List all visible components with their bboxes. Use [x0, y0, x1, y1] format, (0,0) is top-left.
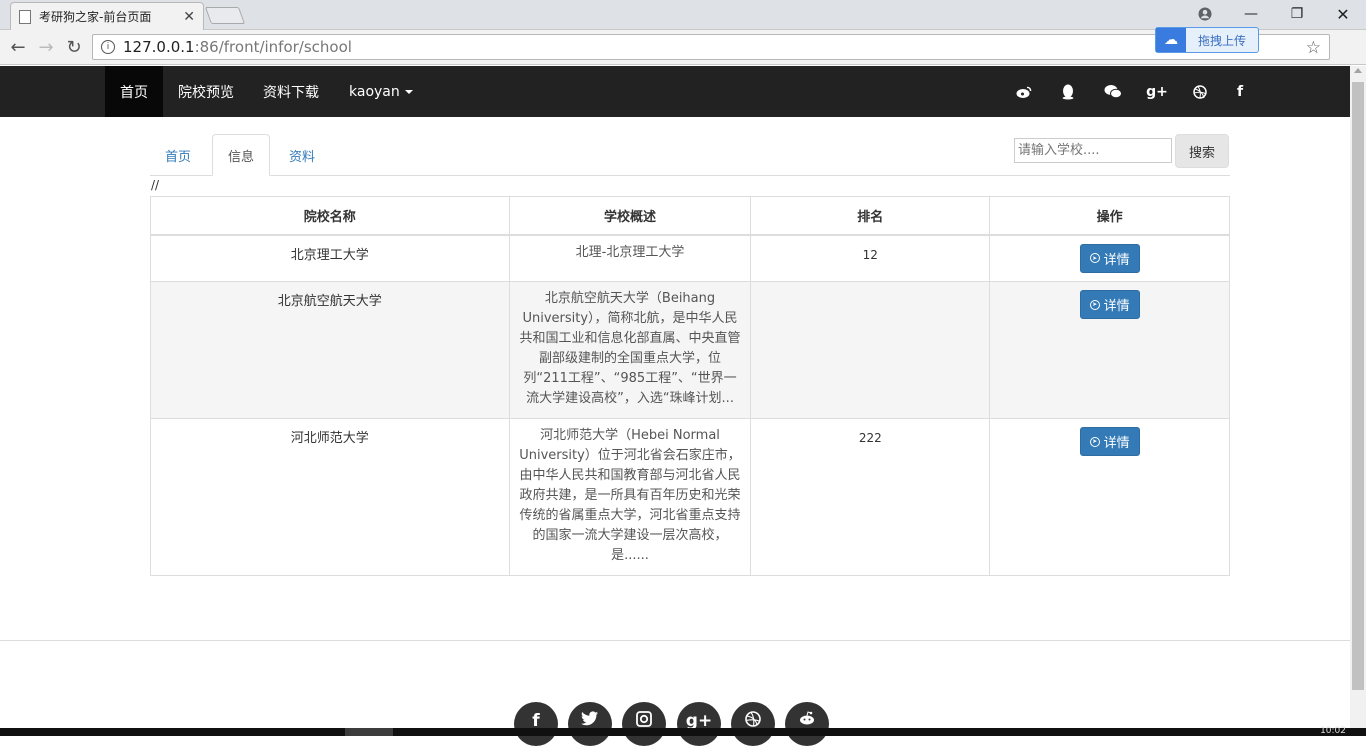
taskbar-active-item[interactable] [345, 728, 393, 736]
qq-icon[interactable] [1053, 66, 1083, 117]
info-icon[interactable]: i [101, 40, 115, 54]
restore-button[interactable]: ❐ [1282, 0, 1312, 28]
browser-tab[interactable]: 考研狗之家-前台页面 ✕ [10, 2, 204, 30]
close-tab-icon[interactable]: ✕ [183, 9, 195, 25]
table-row: 河北师范大学 河北师范大学（Hebei Normal University）位于… [150, 418, 1230, 576]
detail-button[interactable]: ➤ 详情 [1079, 290, 1140, 319]
header-rank: 排名 [750, 196, 991, 236]
detail-button[interactable]: ➤ 详情 [1079, 243, 1140, 273]
tab-materials[interactable]: 资料 [274, 134, 330, 176]
reddit-icon[interactable] [785, 702, 829, 746]
table-header-row: 院校名称 学校概述 排名 操作 [150, 196, 1230, 236]
forward-button[interactable]: → [34, 35, 58, 59]
nav-home[interactable]: 首页 [105, 66, 163, 117]
page-scrollbar[interactable] [1350, 66, 1366, 728]
reload-button[interactable]: ↻ [62, 35, 86, 59]
weibo-icon[interactable] [1009, 66, 1039, 117]
taskbar-clock: 10:02 [1320, 726, 1346, 736]
os-taskbar: 10:02 [0, 726, 1366, 736]
site-navbar: 首页 院校预览 资料下载 kaoyan g+ f [0, 66, 1350, 117]
user-name: kaoyan [349, 83, 400, 100]
twitter-icon[interactable] [568, 702, 612, 746]
scrollbar-thumb[interactable] [1352, 82, 1364, 690]
google-plus-icon[interactable]: g+ [1142, 66, 1172, 117]
actions-cell: ➤ 详情 [989, 234, 1230, 282]
school-rank-cell: 12 [750, 234, 991, 282]
tab-info[interactable]: 信息 [212, 134, 271, 176]
tab-home[interactable]: 首页 [150, 134, 206, 176]
wechat-icon[interactable] [1098, 66, 1128, 117]
document-icon [19, 9, 31, 24]
school-rank-cell: 222 [750, 418, 991, 576]
close-window-button[interactable]: ✕ [1328, 0, 1358, 28]
school-table: 院校名称 学校概述 排名 操作 北京理工大学 北理-北京理工大学 12 ➤ 详情 … [150, 196, 1230, 576]
extension-label: 拖拽上传 [1197, 33, 1246, 48]
bookmark-star-icon[interactable]: ☆ [1306, 38, 1321, 58]
minimize-button[interactable]: — [1236, 0, 1266, 28]
scroll-up-arrow-icon[interactable] [1354, 68, 1362, 73]
school-rank-cell [750, 281, 991, 419]
url-input[interactable]: i 127.0.0.1:86/front/infor/school ☆ [92, 34, 1330, 60]
browser-tab-title: 考研狗之家-前台页面 [39, 10, 152, 24]
detail-button-label: 详情 [1103, 436, 1130, 451]
arrow-circle-icon: ➤ [1089, 436, 1100, 447]
school-search-input[interactable] [1014, 138, 1172, 163]
actions-cell: ➤ 详情 [989, 281, 1230, 419]
footer-divider [0, 640, 1350, 641]
nav-user-dropdown[interactable]: kaoyan [334, 66, 428, 117]
arrow-circle-icon: ➤ [1089, 253, 1100, 263]
school-desc-cell: 河北师范大学（Hebei Normal University）位于河北省会石家庄… [508, 418, 752, 576]
table-row: 北京航空航天大学 北京航空航天大学（Beihang University），简称… [150, 281, 1230, 419]
header-school-name: 院校名称 [150, 196, 510, 236]
back-button[interactable]: ← [6, 35, 30, 59]
dribbble-icon[interactable] [731, 702, 775, 746]
detail-button-label: 详情 [1103, 299, 1130, 314]
school-desc-cell: 北理-北京理工大学 [508, 234, 752, 282]
arrow-circle-icon: ➤ [1089, 299, 1100, 310]
new-tab-button[interactable] [204, 7, 246, 24]
header-actions: 操作 [989, 196, 1230, 236]
nav-downloads[interactable]: 资料下载 [248, 66, 334, 117]
browser-tab-bar: 考研狗之家-前台页面 ✕ — ❐ ✕ [0, 0, 1366, 30]
nav-school-preview[interactable]: 院校预览 [163, 66, 249, 117]
instagram-icon[interactable] [622, 702, 666, 746]
baidu-upload-extension[interactable]: ☁ 拖拽上传 [1155, 27, 1259, 53]
header-description: 学校概述 [508, 196, 752, 236]
cloud-icon: ☁ [1156, 28, 1186, 52]
dribbble-icon[interactable] [1185, 66, 1215, 117]
facebook-icon[interactable]: f [1225, 66, 1255, 117]
school-name-cell: 北京航空航天大学 [150, 281, 510, 419]
detail-button[interactable]: ➤ 详情 [1079, 427, 1140, 456]
comment-slashes: // [151, 178, 160, 192]
facebook-icon[interactable]: f [514, 702, 558, 746]
url-path: :86/front/infor/school [194, 38, 352, 56]
detail-button-label: 详情 [1103, 252, 1130, 268]
search-button[interactable]: 搜索 [1175, 134, 1229, 168]
url-host: 127.0.0.1 [123, 38, 195, 56]
profile-icon[interactable] [1190, 0, 1220, 28]
school-desc-cell: 北京航空航天大学（Beihang University），简称北航，是中华人民共… [508, 281, 752, 419]
school-name-cell: 河北师范大学 [150, 418, 510, 576]
table-row: 北京理工大学 北理-北京理工大学 12 ➤ 详情 [150, 234, 1230, 282]
caret-down-icon [404, 89, 413, 94]
actions-cell: ➤ 详情 [989, 418, 1230, 576]
school-name-cell: 北京理工大学 [150, 234, 510, 282]
google-plus-icon[interactable]: g+ [677, 702, 721, 746]
